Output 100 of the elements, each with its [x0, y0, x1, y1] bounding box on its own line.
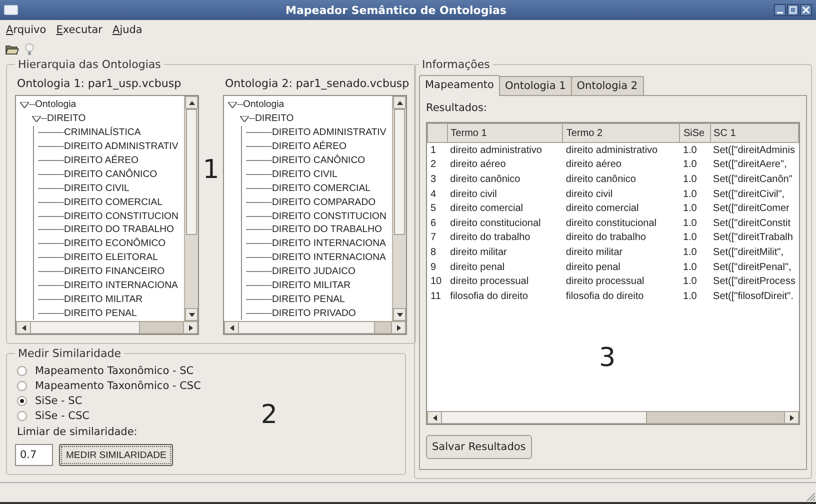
table-cell-text: Set(["direitAere",: [712, 158, 788, 172]
table-cell: 1: [428, 142, 448, 158]
expander-icon[interactable]: [32, 116, 41, 122]
column-header[interactable]: SC 1: [710, 124, 798, 142]
open-folder-icon[interactable]: [5, 44, 19, 54]
threshold-field[interactable]: 0.7: [15, 444, 53, 466]
corner-header: [428, 124, 448, 142]
menu-item[interactable]: Ajuda: [112, 24, 142, 36]
tree-item[interactable]: DIREITO CONSTITUCION: [64, 210, 178, 222]
table-cell-text: 8: [430, 246, 438, 260]
radio-button[interactable]: [17, 381, 27, 391]
tree-item[interactable]: Ontologia: [35, 99, 76, 110]
table-cell-text: 1.0: [682, 188, 698, 202]
table-cell-text: Set(["direitConstit: [712, 216, 792, 231]
tree-item[interactable]: DIREITO: [47, 113, 86, 124]
horizontal-scrollbar[interactable]: [16, 321, 198, 334]
vertical-scrollbar[interactable]: [184, 96, 198, 321]
tree-item[interactable]: DIREITO DO TRABALHO: [64, 224, 174, 236]
column-header[interactable]: Termo 1: [447, 124, 563, 142]
table-cell-text: 1.0: [682, 172, 698, 187]
table-cell-text: 9: [430, 260, 438, 274]
tree-item[interactable]: DIREITO PRIVADO: [272, 308, 356, 319]
window-menu-icon[interactable]: [4, 5, 18, 15]
column-header[interactable]: Termo 2: [562, 124, 680, 142]
measure-similarity-button[interactable]: MEDIR SIMILARIDADE: [59, 444, 174, 466]
save-results-button[interactable]: Salvar Resultados: [426, 435, 532, 459]
tree-item[interactable]: DIREITO CANÔNICO: [272, 155, 366, 166]
table-cell-text: 1.0: [682, 275, 698, 289]
expander-icon[interactable]: [228, 102, 237, 108]
tree-item[interactable]: DIREITO MILITAR: [64, 294, 143, 305]
table-cell-text: Set(["direitTrabalh: [712, 231, 794, 246]
menu-item[interactable]: Executar: [56, 24, 102, 36]
resize-grip-icon[interactable]: [804, 490, 816, 502]
tree-item[interactable]: DIREITO CIVIL: [64, 182, 130, 194]
tree-item[interactable]: DIREITO ADMINISTRATIV: [64, 141, 178, 152]
radio-label: Mapeamento Taxonômico - SC: [35, 365, 194, 377]
tree-item[interactable]: DIREITO PENAL: [272, 294, 345, 305]
tree-item[interactable]: DIREITO INTERNACIONA: [272, 238, 386, 250]
table-cell-text: Set(["direitCanôn": [712, 172, 794, 187]
tree-item[interactable]: DIREITO ECONÔMICO: [64, 238, 166, 250]
menu-item[interactable]: Arquivo: [6, 24, 46, 36]
table-cell-text: 3: [430, 172, 438, 187]
tree-item[interactable]: DIREITO CONSTITUCION: [272, 210, 386, 222]
table-cell-text: filosofia do direito: [449, 290, 529, 304]
expander-icon[interactable]: [240, 116, 249, 122]
table-cell: direito administrativo: [447, 142, 563, 158]
tree-item[interactable]: DIREITO INTERNACIONA: [272, 252, 386, 264]
tree-item[interactable]: DIREITO COMERCIAL: [64, 196, 162, 208]
tree-item[interactable]: DIREITO FINANCEIRO: [64, 266, 165, 278]
table-cell-text: Set(["direitProcess: [712, 275, 796, 289]
close-icon[interactable]: [800, 4, 812, 16]
tree-item[interactable]: DIREITO CIVIL: [272, 168, 338, 180]
table-cell-text: Set(["direitCivil",: [712, 188, 786, 202]
tree-item[interactable]: DIREITO: [255, 113, 294, 124]
window-title: Mapeador Semântico de Ontologias: [284, 4, 508, 16]
table-cell-text: direito constitucional: [449, 216, 542, 231]
tree-item[interactable]: DIREITO CANÔNICO: [64, 168, 158, 180]
tree-item[interactable]: DIREITO AÉREO: [272, 141, 346, 152]
table-cell-text: filosofia do direito: [564, 290, 645, 304]
table-cell-text: 1.0: [682, 202, 698, 216]
radio-button[interactable]: [17, 366, 27, 376]
tree-item[interactable]: DIREITO COMERCIAL: [272, 182, 370, 194]
horizontal-scrollbar[interactable]: [427, 411, 799, 424]
tab[interactable]: Ontologia 1: [498, 76, 572, 95]
table-cell-text: 7: [430, 231, 438, 246]
tree-item[interactable]: DIREITO DO TRABALHO: [272, 224, 382, 236]
maximize-icon[interactable]: [787, 4, 799, 16]
tree-item[interactable]: DIREITO ELEITORAL: [64, 252, 158, 264]
radio-button[interactable]: [17, 411, 27, 421]
tab[interactable]: Ontologia 2: [570, 76, 644, 95]
table-cell-text: direito processual: [449, 275, 530, 289]
radio-label: SiSe - CSC: [35, 410, 90, 422]
tree-item[interactable]: DIREITO INTERNACIONA: [64, 280, 178, 292]
tree-item[interactable]: DIREITO MILITAR: [272, 280, 351, 292]
tree-item[interactable]: DIREITO COMPARADO: [272, 196, 376, 208]
lightbulb-icon[interactable]: [25, 42, 34, 56]
column-header[interactable]: SiSe: [680, 124, 710, 142]
tree-item[interactable]: CRIMINALÍSTICA: [64, 127, 141, 138]
table-cell-text: direito aéreo: [564, 158, 622, 172]
tree-item[interactable]: DIREITO PENAL: [64, 308, 137, 319]
table-cell-text: 1.0: [682, 260, 698, 274]
table-cell-text: direito civil: [564, 188, 614, 202]
tree-item[interactable]: Ontologia: [243, 99, 284, 110]
table-cell-text: direito canônico: [449, 172, 522, 187]
table-cell-text: 4: [430, 188, 438, 202]
radio-button[interactable]: [17, 396, 27, 406]
tree-item[interactable]: DIREITO ADMINISTRATIV: [272, 127, 386, 138]
tree-item[interactable]: DIREITO JUDAICO: [272, 266, 356, 278]
expander-icon[interactable]: [20, 102, 29, 108]
vertical-scrollbar[interactable]: [392, 96, 406, 321]
table-cell-text: direito processual: [564, 275, 646, 289]
tree-item[interactable]: DIREITO AÉREO: [64, 155, 138, 166]
table-cell-text: Set(["direitComer: [712, 202, 790, 216]
minimize-icon[interactable]: [774, 4, 786, 16]
table-cell: direito administrativo: [562, 142, 680, 158]
table-cell: Set(["direitAdminis: [710, 142, 798, 158]
tab[interactable]: Mapeamento: [419, 75, 500, 96]
radio-label: Mapeamento Taxonômico - CSC: [35, 380, 201, 392]
horizontal-scrollbar[interactable]: [224, 321, 406, 334]
table-cell-text: direito comercial: [564, 202, 640, 216]
